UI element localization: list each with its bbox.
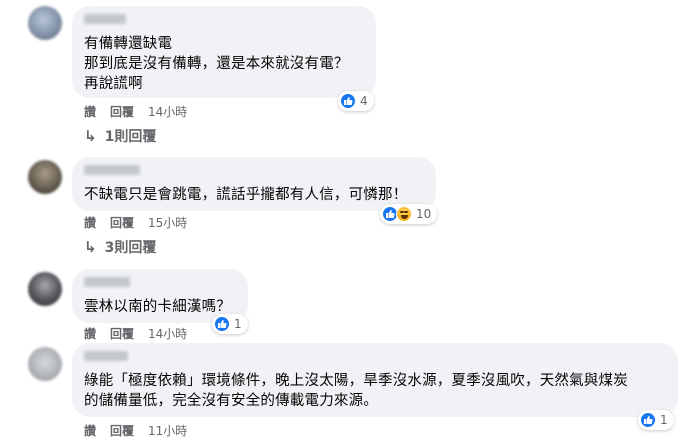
comment-bubble: 有備轉還缺電 那到底是沒有備轉，還是本來就沒有電？ 再說謊啊 xyxy=(72,6,376,98)
thumbs-up-icon xyxy=(340,93,356,109)
comment-text-line: 再說謊啊 xyxy=(84,76,143,92)
comment-bubble: 綠能「極度依賴」環境條件，晚上沒太陽，旱季沒水源，夏季沒風吹，天然氣與煤炭 的儲… xyxy=(72,343,678,417)
reaction-count: 1 xyxy=(660,413,668,427)
comment-text-line: 雲林以南的卡細漢嗎？ xyxy=(84,299,231,315)
haha-icon xyxy=(396,206,412,222)
view-replies-link[interactable]: ↳ 3則回覆 xyxy=(84,237,156,257)
comment-text-line: 的儲備量低，完全沒有安全的傳載電力來源。 xyxy=(84,393,378,409)
avatar[interactable] xyxy=(28,347,62,381)
reply-button[interactable]: 回覆 xyxy=(110,325,134,342)
reaction-count: 1 xyxy=(234,317,242,331)
comment-actions: 讚 回覆 14小時 xyxy=(84,103,187,120)
like-button[interactable]: 讚 xyxy=(84,325,96,342)
comment-actions: 讚 回覆 11小時 xyxy=(84,422,187,439)
comment-text-line: 綠能「極度依賴」環境條件，晚上沒太陽，旱季沒水源，夏季沒風吹，天然氣與煤炭 xyxy=(84,373,628,389)
avatar[interactable] xyxy=(28,272,62,306)
commenter-name-blurred[interactable] xyxy=(84,351,128,361)
comment-actions: 讚 回覆 14小時 xyxy=(84,325,187,342)
replies-count-label: 1則回覆 xyxy=(104,129,157,145)
reaction-count: 10 xyxy=(416,207,432,221)
reply-arrow-icon: ↳ xyxy=(84,238,97,256)
reply-button[interactable]: 回覆 xyxy=(110,214,134,231)
timestamp[interactable]: 14小時 xyxy=(148,103,187,120)
replies-count-label: 3則回覆 xyxy=(104,240,157,256)
thumbs-up-icon xyxy=(640,412,656,428)
reaction-summary[interactable]: 10 xyxy=(380,204,438,224)
commenter-name-blurred[interactable] xyxy=(84,165,140,175)
commenter-name-blurred[interactable] xyxy=(84,277,130,287)
like-button[interactable]: 讚 xyxy=(84,214,96,231)
comment-text-line: 那到底是沒有備轉，還是本來就沒有電？ xyxy=(84,56,349,72)
comment-actions: 讚 回覆 15小時 xyxy=(84,214,187,231)
reply-button[interactable]: 回覆 xyxy=(110,103,134,120)
thumbs-up-icon xyxy=(214,316,230,332)
comment-bubble: 不缺電只是會跳電，謊話乎攏都有人信，可憐那！ xyxy=(72,157,436,211)
like-button[interactable]: 讚 xyxy=(84,103,96,120)
timestamp[interactable]: 14小時 xyxy=(148,325,187,342)
like-button[interactable]: 讚 xyxy=(84,422,96,439)
timestamp[interactable]: 15小時 xyxy=(148,214,187,231)
reaction-summary[interactable]: 1 xyxy=(638,410,674,430)
reaction-summary[interactable]: 1 xyxy=(212,314,248,334)
comment-text-line: 有備轉還缺電 xyxy=(84,36,173,52)
reply-button[interactable]: 回覆 xyxy=(110,422,134,439)
avatar[interactable] xyxy=(28,6,62,40)
timestamp[interactable]: 11小時 xyxy=(148,422,187,439)
commenter-name-blurred[interactable] xyxy=(84,14,126,24)
reaction-summary[interactable]: 4 xyxy=(338,91,374,111)
comment-text-line: 不缺電只是會跳電，謊話乎攏都有人信，可憐那！ xyxy=(84,187,408,203)
reaction-count: 4 xyxy=(360,94,368,108)
reply-arrow-icon: ↳ xyxy=(84,127,97,145)
avatar[interactable] xyxy=(28,160,62,194)
view-replies-link[interactable]: ↳ 1則回覆 xyxy=(84,126,156,146)
